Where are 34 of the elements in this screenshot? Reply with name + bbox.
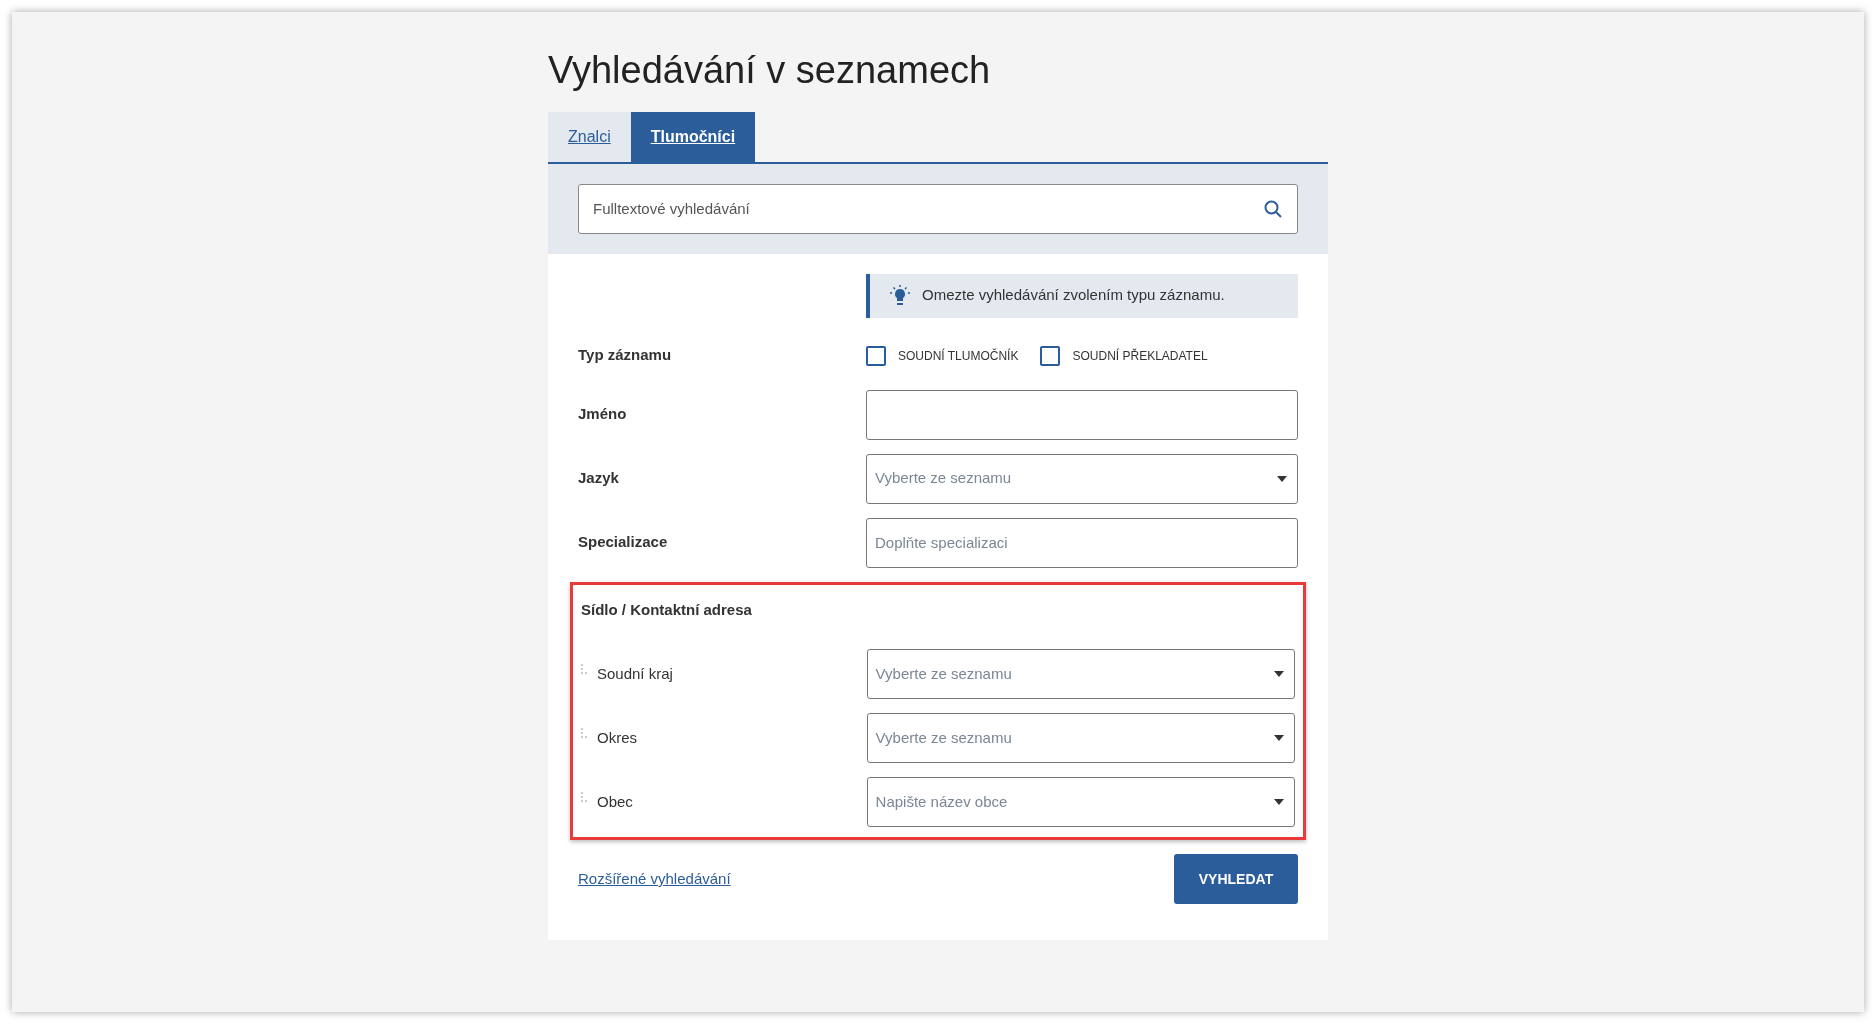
- tab[interactable]: Znalci: [548, 111, 631, 162]
- field-label: Okres: [597, 727, 637, 748]
- page-title: Vyhledávání v seznamech: [548, 48, 992, 93]
- advanced-search-link[interactable]: Rozšířené vyhledávání: [578, 867, 731, 891]
- lightbulb-icon: [890, 284, 910, 307]
- field-label: Soudní kraj: [597, 663, 673, 684]
- search-button[interactable]: VYHLEDAT: [1174, 854, 1298, 905]
- dropdown-field[interactable]: Vyberte ze seznamu: [866, 713, 1295, 764]
- dropdown-field[interactable]: Napište název obce: [866, 777, 1295, 828]
- input-field[interactable]: Doplňte specializaci: [866, 517, 1298, 568]
- field-label: Jazyk: [578, 468, 620, 489]
- dropdown-field[interactable]: Vyberte ze seznamu: [866, 453, 1298, 504]
- caret-icon: [1274, 799, 1284, 806]
- drag-handle-icon[interactable]: [581, 664, 587, 677]
- drag-handle-icon[interactable]: [581, 792, 587, 805]
- hint-text: Omezte vyhledávání zvolením typu záznamu.: [922, 285, 1225, 306]
- caret-icon: [1274, 671, 1284, 678]
- checkbox-label[interactable]: SOUDNÍ TLUMOČNÍK: [898, 346, 1019, 365]
- checkbox[interactable]: [1040, 345, 1061, 366]
- drag-handle-icon[interactable]: [581, 728, 587, 741]
- checkbox-label[interactable]: SOUDNÍ PŘEKLADATEL: [1072, 346, 1208, 365]
- search-icon[interactable]: [1264, 199, 1282, 218]
- search-field[interactable]: Fulltextové vyhledávání: [578, 183, 1298, 234]
- checkbox[interactable]: [866, 345, 886, 366]
- field-label: Obec: [597, 791, 633, 812]
- section-heading: Sídlo / Kontaktní adresa: [581, 599, 753, 620]
- input-field[interactable]: [866, 389, 1298, 440]
- field-label: Typ záznamu: [578, 345, 673, 366]
- caret-icon: [1277, 475, 1287, 482]
- tab[interactable]: Tlumočníci: [630, 111, 756, 162]
- field-label: Specializace: [578, 532, 669, 553]
- caret-icon: [1274, 735, 1284, 742]
- field-label: Jméno: [578, 404, 628, 425]
- dropdown-field[interactable]: Vyberte ze seznamu: [866, 649, 1295, 700]
